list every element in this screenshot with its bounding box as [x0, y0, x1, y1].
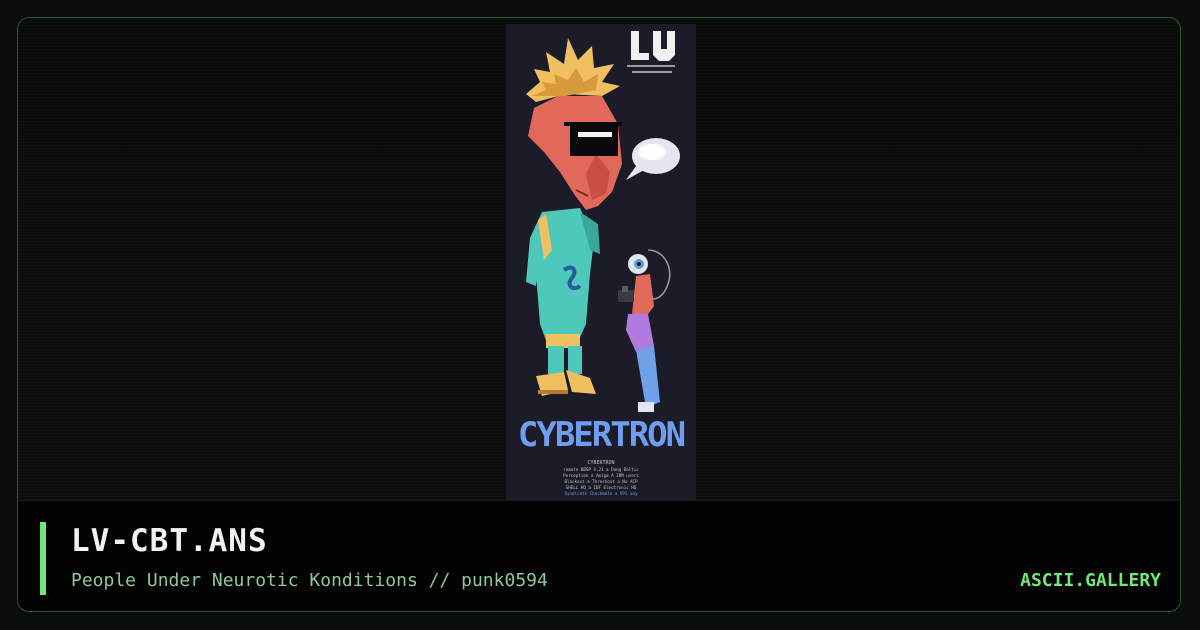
ansi-artwork[interactable]: CYBERTRON CYBERTRON remote BBSP 4.21 a D… — [506, 24, 696, 500]
credits-line: Perception a Amiga A IBM users — [563, 473, 639, 478]
credits-line: remote BBSP 4.21 a Dang Baltic — [563, 467, 639, 472]
accent-bar — [40, 522, 46, 595]
banner-text: CYBERTRON — [518, 415, 685, 455]
site-brand[interactable]: ASCII.GALLERY — [1020, 570, 1161, 591]
credits-line: SHELL HQ a IBF Electronic HQ — [566, 485, 637, 490]
credits-title: CYBERTRON — [587, 460, 614, 466]
artwork-image: CYBERTRON CYBERTRON remote BBSP 4.21 a D… — [506, 24, 696, 500]
credits-line: Syndicate Checkmate a VPS any — [564, 491, 638, 496]
artist-credit: People Under Neurotic Konditions // punk… — [71, 570, 548, 591]
info-bar: LV-CBT.ANS People Under Neurotic Konditi… — [18, 500, 1180, 611]
preview-card: CYBERTRON CYBERTRON remote BBSP 4.21 a D… — [17, 17, 1181, 612]
file-title: LV-CBT.ANS — [71, 523, 268, 559]
cybertron-banner: CYBERTRON — [508, 415, 694, 455]
credits-line: Blackout a Threshout a No ACP — [564, 479, 638, 484]
